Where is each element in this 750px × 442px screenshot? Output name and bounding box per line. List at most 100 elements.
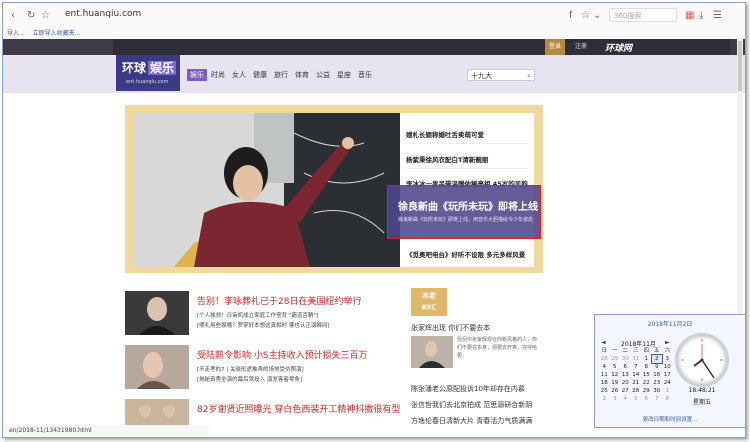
download-icon[interactable]: ⤓ [699, 10, 703, 22]
calendar-day[interactable]: 7 [631, 363, 642, 371]
calendar-day[interactable]: 1 [662, 387, 673, 395]
nav-item-travel[interactable]: 旅行 [271, 69, 291, 81]
calendar-day[interactable]: 11 [599, 371, 610, 379]
featured-highlight[interactable]: 徐良新曲《玩所未玩》即将上线 徐良新曲《玩所未玩》即将上线，用音乐大胆描绘今少年… [387, 185, 541, 239]
news-thumbnail[interactable] [125, 291, 189, 335]
news-thumbnail[interactable] [125, 345, 189, 389]
featured-item[interactable]: 《觅奥吧电台》好听不设限 多元多样风景 [406, 249, 534, 259]
address-bar[interactable]: ent.huanqiu.com [65, 9, 141, 19]
search-icon[interactable]: ⌕ [527, 70, 531, 82]
calendar-day[interactable]: 8 [641, 363, 652, 371]
site-logo[interactable]: 环球 娱乐 ent.huanqiu.com [116, 55, 180, 91]
side-link[interactable]: 方逸伦春日清新大片 青春活力气质满满 [411, 416, 532, 426]
calendar-day[interactable]: 4 [620, 395, 631, 403]
logo-ent-text: 娱乐 [148, 61, 177, 75]
calendar-day[interactable]: 29 [641, 387, 652, 395]
calendar-day[interactable]: 26 [610, 387, 621, 395]
nav-item-sports[interactable]: 体育 [292, 69, 312, 81]
calendar-date-header[interactable]: 2018年11月2日 [595, 319, 745, 328]
calendar-day[interactable]: 23 [652, 379, 663, 387]
bookmark-import-link[interactable]: 立即导入收藏夹... [33, 30, 81, 37]
windows-icon[interactable]: ▦ [685, 10, 694, 22]
calendar-day[interactable]: 24 [662, 379, 673, 387]
nav-item-fashion[interactable]: 时尚 [208, 69, 228, 81]
calendar-day[interactable]: 15 [641, 371, 652, 379]
calendar-day[interactable]: 14 [631, 371, 642, 379]
news-title[interactable]: 82岁谢贤近照曝光 穿白色西装开工精神抖擞很有型 [197, 402, 400, 415]
calendar-day[interactable]: 6 [641, 395, 652, 403]
featured-image[interactable] [134, 113, 400, 267]
calendar-day[interactable]: 28 [631, 387, 642, 395]
side-column: 本老 娱乐汇 张家辉出现 你们不要去本 侃侃中张家辉现在你新风格的人，你们不要在… [411, 288, 541, 437]
calendar-day[interactable]: 1 [641, 355, 652, 363]
menu-icon[interactable]: ☰ [713, 10, 722, 22]
scrollbar-thumb[interactable] [738, 41, 742, 91]
calendar-weekday-header: 二 [622, 348, 628, 354]
chevron-left-icon[interactable]: ◄ [601, 339, 606, 346]
calendar-day[interactable]: 30 [620, 355, 631, 363]
calendar-day[interactable]: 6 [620, 363, 631, 371]
calendar-day[interactable]: 31 [631, 355, 642, 363]
side-link[interactable]: 张信哲我们去北京拍成 范思源研合新阴 [411, 400, 532, 410]
nav-item-astro[interactable]: 星座 [334, 69, 354, 81]
calendar-day[interactable]: 17 [662, 371, 673, 379]
news-subline[interactable]: [揭秘真秀全演的幕后驾投入 演发客者零条] [197, 375, 302, 383]
nav-item-health[interactable]: 健康 [250, 69, 270, 81]
side-section-logo[interactable]: 本老 娱乐汇 [411, 288, 447, 316]
calendar-day[interactable]: 5 [631, 395, 642, 403]
calendar-day[interactable]: 5 [610, 363, 621, 371]
calendar-day[interactable]: 3 [610, 395, 621, 403]
calendar-day[interactable]: 22 [641, 379, 652, 387]
browser-search-input[interactable]: 360搜索 [609, 8, 677, 22]
calendar-day[interactable]: 13 [620, 371, 631, 379]
calendar-day[interactable]: 4 [599, 363, 610, 371]
calendar-day[interactable]: 2 [599, 395, 610, 403]
calendar-day[interactable]: 18 [599, 379, 610, 387]
chevron-right-icon[interactable]: ► [665, 339, 670, 346]
star-outline-icon[interactable]: ☆ [581, 10, 590, 22]
calendar-day[interactable]: 21 [631, 379, 642, 387]
news-subline[interactable]: [哪礼用些娱嘴？罗掌好本想这真相时 哪也认正演瞬间] [197, 321, 330, 329]
news-subline[interactable]: [不走考的7 | 关晓彤遮推弄的场地受仿照演] [197, 365, 304, 373]
dropdown-icon[interactable]: ⌄ [593, 10, 601, 22]
refresh-icon[interactable]: ↻ [27, 10, 35, 22]
calendar-day[interactable]: 8 [662, 395, 673, 403]
calendar-day[interactable]: 27 [620, 387, 631, 395]
calendar-day-today[interactable]: 2 [650, 354, 663, 364]
login-button[interactable]: 登录 [545, 39, 565, 55]
calendar-day[interactable]: 20 [620, 379, 631, 387]
calendar-day[interactable]: 25 [599, 387, 610, 395]
site-search-input[interactable]: 十九大 ⌕ [467, 69, 535, 81]
change-datetime-link[interactable]: 更改日期和时间设置... [595, 415, 745, 423]
side-link[interactable]: 陈张潘老公原配投诉10年却存在内慕 [411, 384, 525, 394]
news-item[interactable]: 受陆薪令影响 小S主持收入预计损失三百万 [不走考的7 | 关晓彤遮推弄的场地受… [125, 345, 395, 389]
news-item[interactable]: 告别！李咏葬礼已于28日在美国纽约举行 [个人独领！日审机成立家庭工作室背 "霸… [125, 291, 395, 335]
nav-item-charity[interactable]: 公益 [313, 69, 333, 81]
register-link[interactable]: 注册 [575, 39, 587, 55]
nav-item-ent[interactable]: 娱乐 [187, 69, 207, 81]
calendar-day[interactable]: 7 [652, 395, 663, 403]
nav-item-women[interactable]: 女人 [229, 69, 249, 81]
featured-item[interactable]: 杨紫秉徐风衣配白T清新靓丽 [406, 154, 534, 164]
huanqiu-logo[interactable]: 环球网 [605, 41, 632, 54]
news-title[interactable]: 告别！李咏葬礼已于28日在美国纽约举行 [197, 294, 361, 307]
nav-item-music[interactable]: 音乐 [355, 69, 375, 81]
featured-item[interactable]: 嫂札长颖称婚吐舌卖萌可爱 [406, 129, 534, 139]
facebook-icon[interactable]: f [569, 10, 573, 22]
calendar-day[interactable]: 9 [652, 363, 663, 371]
calendar-day[interactable]: 29 [610, 355, 621, 363]
back-icon[interactable]: ‹ [11, 10, 15, 22]
calendar-day[interactable]: 30 [652, 387, 663, 395]
star-icon[interactable]: ☆ [41, 10, 50, 22]
calendar-day[interactable]: 28 [599, 355, 610, 363]
calendar-day[interactable]: 3 [662, 355, 673, 363]
news-title[interactable]: 受陆薪令影响 小S主持收入预计损失三百万 [197, 348, 368, 361]
calendar-day[interactable]: 16 [652, 371, 663, 379]
news-subline[interactable]: [个人独领！日审机成立家庭工作室背 "霸道舌鞘"] [197, 311, 318, 319]
side-headline[interactable]: 张家辉出现 你们不要去本 [411, 323, 490, 333]
calendar-day[interactable]: 12 [610, 371, 621, 379]
news-thumbnail[interactable] [125, 399, 189, 425]
calendar-day[interactable]: 19 [610, 379, 621, 387]
side-thumbnail[interactable] [411, 336, 453, 368]
calendar-day[interactable]: 10 [662, 363, 673, 371]
